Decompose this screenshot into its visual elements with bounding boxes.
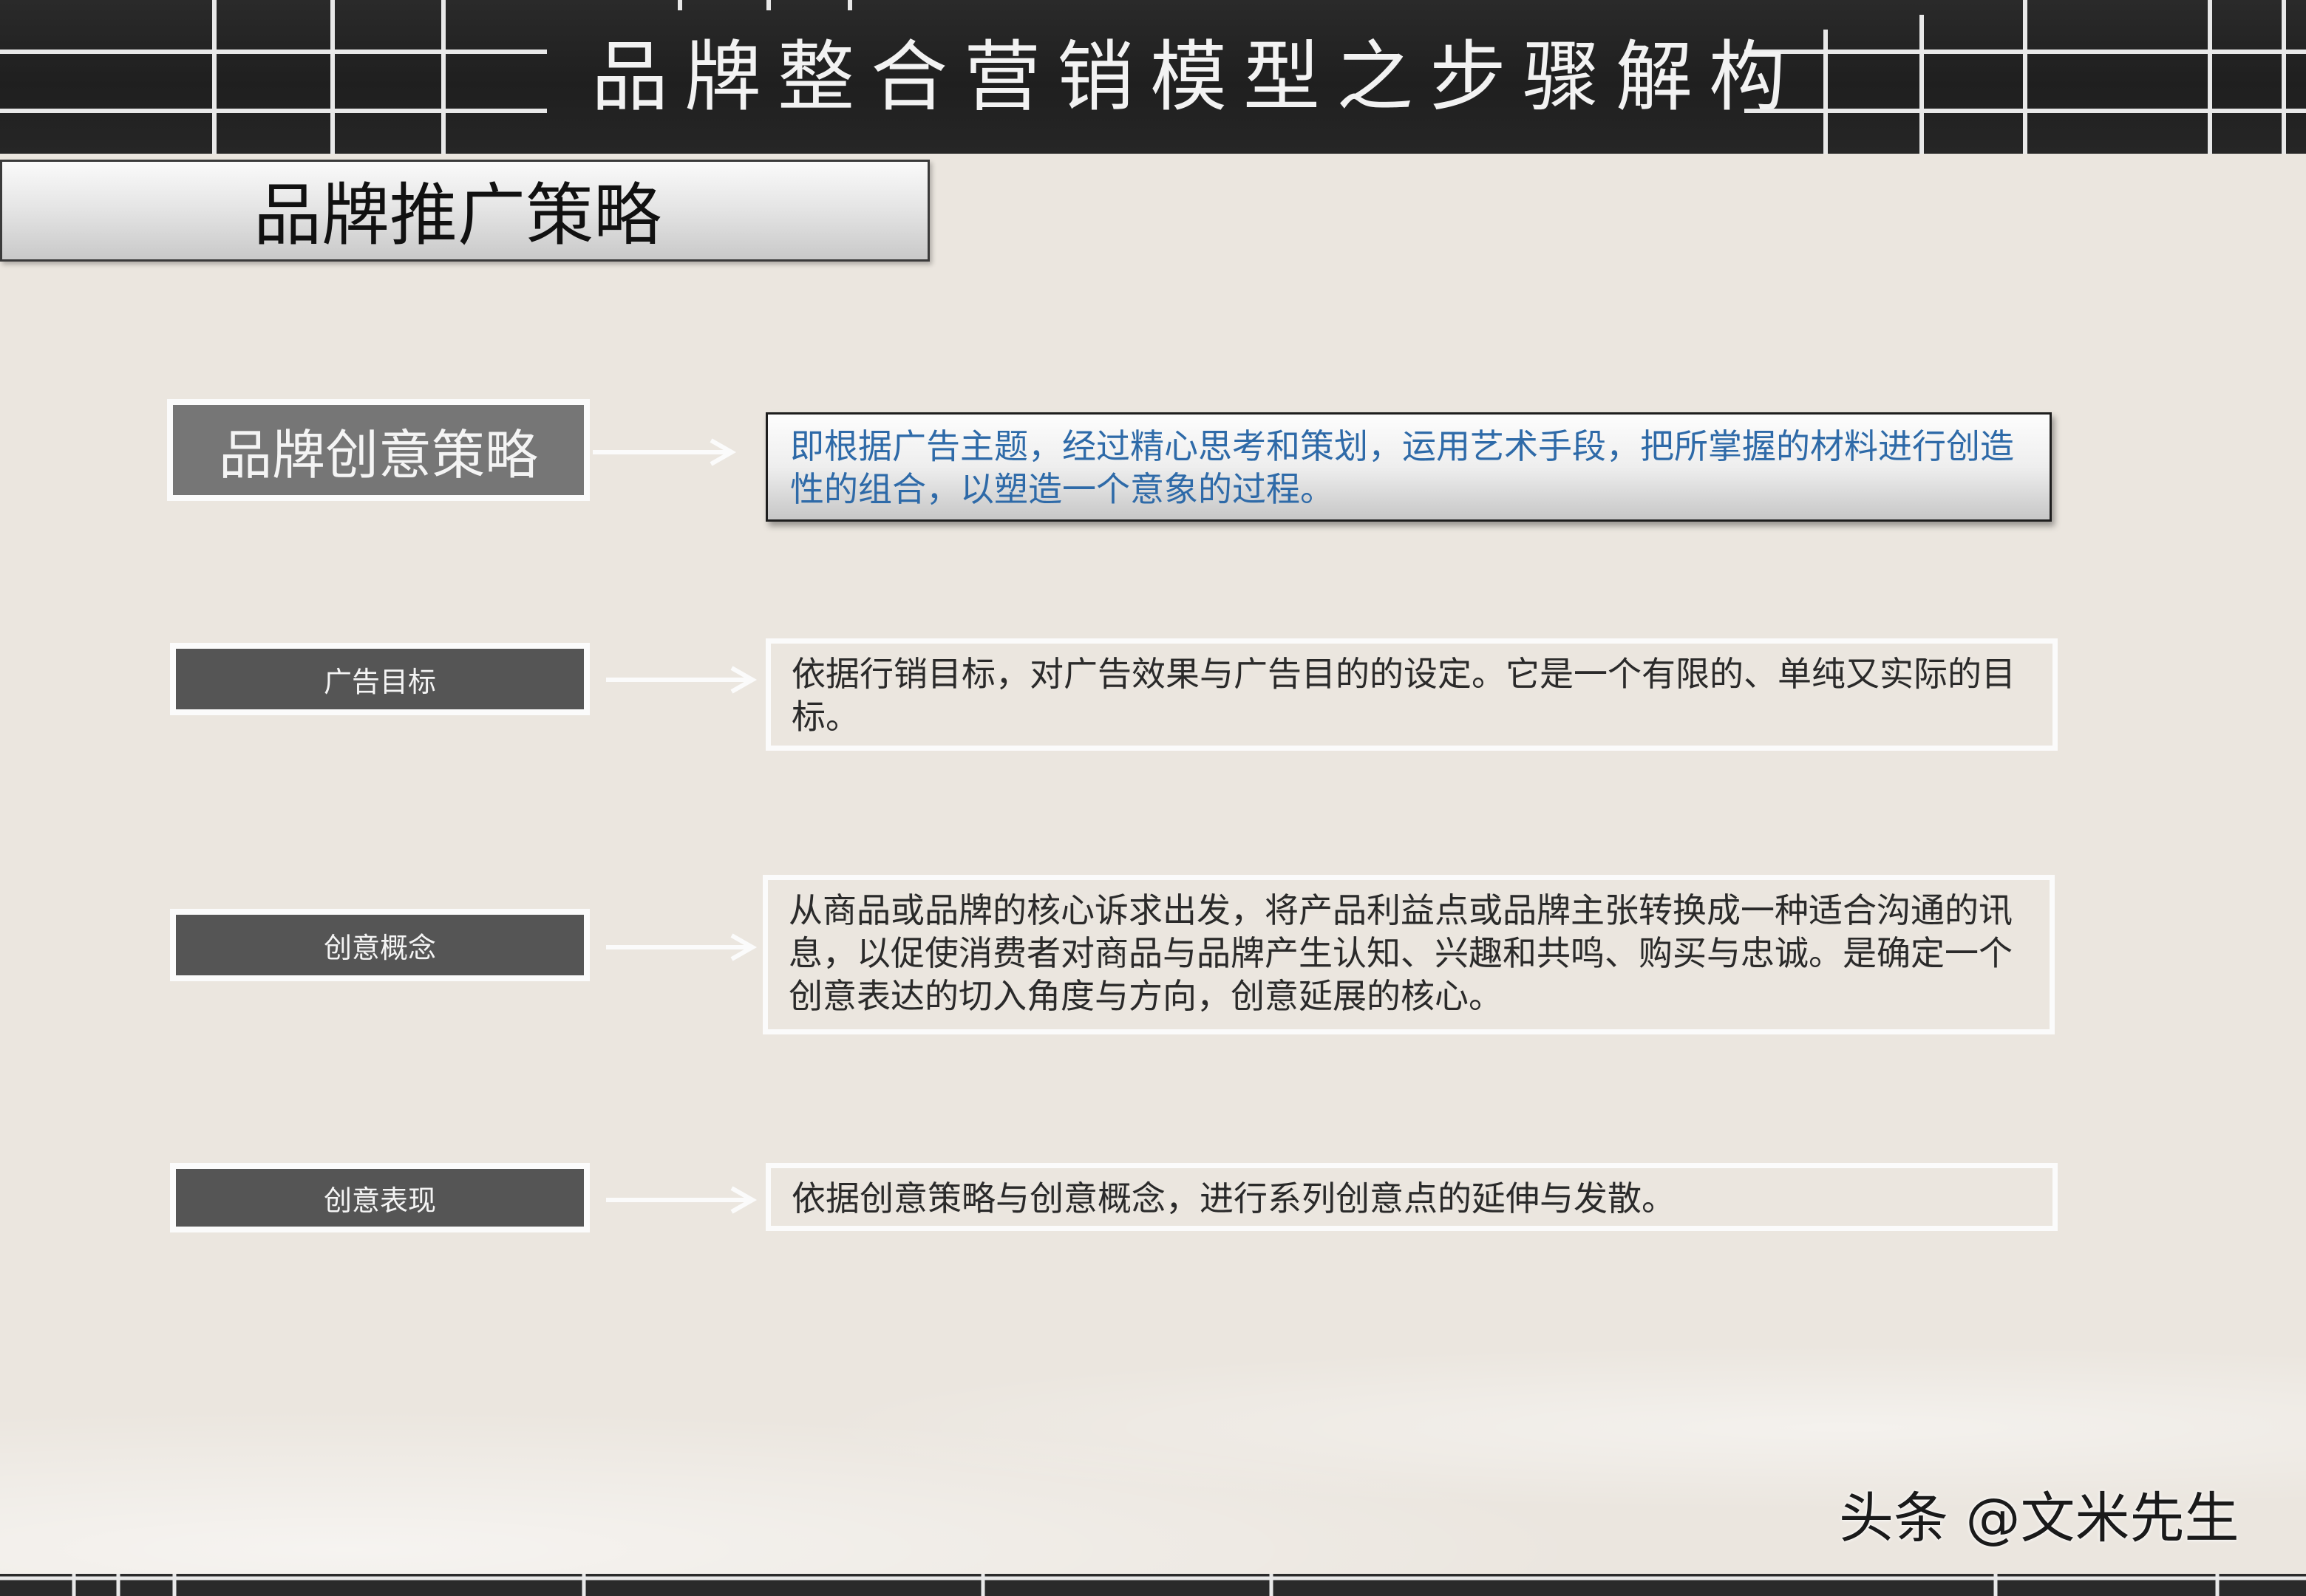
concept-description-creative-expression: 依据创意策略与创意概念，进行系列创意点的延伸与发散。 <box>766 1163 2058 1231</box>
arrow-right-icon <box>606 666 758 694</box>
bottom-strip <box>0 1574 2306 1596</box>
section-title: 品牌推广策略 <box>254 176 662 255</box>
concept-description-creative-concept: 从商品或品牌的核心诉求出发，将产品利益点或品牌主张转换成一种适合沟通的讯息，以促… <box>763 875 2055 1034</box>
concept-description-brand-creative-strategy: 即根据广告主题，经过精心思考和策划，运用艺术手段，把所掌握的材料进行创造性的组合… <box>766 412 2052 522</box>
concept-label-creative-expression: 创意表现 <box>170 1163 590 1232</box>
arrow-right-icon <box>606 1186 758 1214</box>
top-banner: 品牌整合营销模型之步骤解构 <box>0 0 2306 154</box>
concept-description-ad-objective: 依据行销目标，对广告效果与广告目的的设定。它是一个有限的、单纯又实际的目标。 <box>766 638 2058 751</box>
page-title: 品牌整合营销模型之步骤解构 <box>591 32 1803 122</box>
arrow-right-icon <box>593 438 737 466</box>
concept-label-creative-concept: 创意概念 <box>170 909 590 981</box>
bottom-grid-decoration <box>0 1574 2306 1596</box>
section-header: 品牌推广策略 <box>0 160 930 262</box>
watermark: 头条 @文米先生 <box>1839 1487 2239 1550</box>
concept-label-brand-creative-strategy: 品牌创意策略 <box>167 399 590 501</box>
arrow-right-icon <box>606 933 758 961</box>
concept-label-ad-objective: 广告目标 <box>170 643 590 715</box>
